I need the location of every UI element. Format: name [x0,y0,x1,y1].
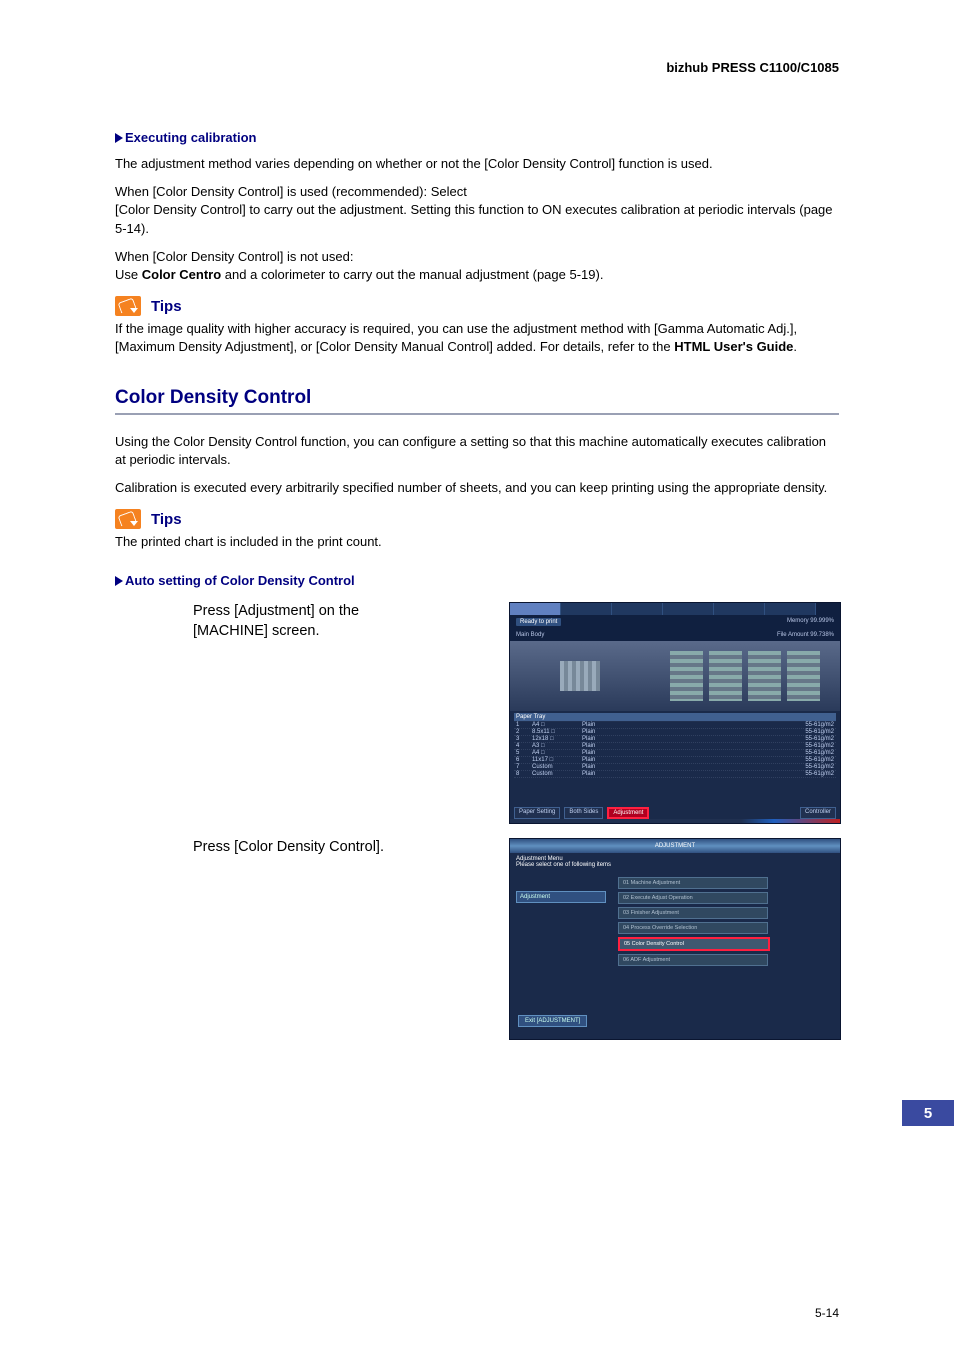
paper-row: 1A4 □Plain55-61g/m2 [514,722,836,729]
step-1-text: Press [Adjustment] on the [MACHINE] scre… [115,602,425,641]
both-sides-button[interactable]: Both Sides [564,807,603,819]
triangle-icon [115,133,123,143]
adjustment-menu-item[interactable]: 02 Execute Adjust Operation [618,892,768,904]
machine-diagram [510,641,840,711]
sec1-p3: When [Color Density Control] is not used… [115,248,839,284]
paper-header-label: Paper Tray [516,714,834,720]
sec1-p3b-bold: Color Centro [142,267,221,282]
tips-icon [115,296,141,316]
tab-recall[interactable] [663,603,714,615]
status-footer [510,819,840,823]
tips-1-text: If the image quality with higher accurac… [115,320,839,356]
tips-2-row: Tips [115,509,839,529]
paper-row: 611x17 □Plain55-61g/m2 [514,757,836,764]
tips-icon [115,509,141,529]
sec1-p3a: When [Color Density Control] is not used… [115,249,353,264]
paper-row: 8CustomPlain55-61g/m2 [514,771,836,778]
heading-auto-setting: Auto setting of Color Density Control [115,573,839,588]
bottom-buttons: Paper Setting Both Sides Adjustment Cont… [510,807,840,819]
sec1-p1: The adjustment method varies depending o… [115,155,839,173]
sec2-p1: Using the Color Density Control function… [115,433,839,469]
step-1: Press [Adjustment] on the [MACHINE] scre… [115,602,839,824]
paper-row: 28.5x11 □Plain55-61g/m2 [514,729,836,736]
heading-executing-calibration: Executing calibration [115,130,839,145]
triangle-icon [115,576,123,586]
status-row-2: Main Body File Amount 99.738% [510,629,840,641]
paper-setting-button[interactable]: Paper Setting [514,807,560,819]
sec1-p3b-pre: Use [115,267,142,282]
header-product: bizhub PRESS C1100/C1085 [666,60,839,75]
paper-row: 5A4 □Plain55-61g/m2 [514,750,836,757]
sec1-p2a: When [Color Density Control] is used (re… [115,184,467,199]
chapter-tab: 5 [902,1100,954,1126]
adjustment-menu-header: Adjustment Menu Please select one of fol… [510,853,840,871]
memory-status: Memory 99.999% [787,618,834,626]
tab-3[interactable] [612,603,663,615]
color-density-control-button[interactable]: 05 Color Density Control [618,937,770,951]
step-2-screenshot: ADJUSTMENT Adjustment Menu Please select… [509,838,839,1040]
tab-joblist[interactable] [561,603,612,615]
adjustment-menu-item[interactable]: 01 Machine Adjustment [618,877,768,889]
heading-text: Auto setting of Color Density Control [125,573,355,588]
tips1-bold: HTML User's Guide [674,339,793,354]
mainbody-label: Main Body [516,632,544,638]
tips-1-label: Tips [151,298,182,315]
top-tabs [510,603,840,615]
adjustment-button[interactable]: Adjustment [607,807,649,819]
adjustment-title: ADJUSTMENT [510,839,840,853]
adjustment-menu-item[interactable]: 04 Process Override Selection [618,922,768,934]
adjustment-screen: ADJUSTMENT Adjustment Menu Please select… [509,838,841,1040]
menu-hdr2: Please select one of following items [516,862,834,868]
tab-machine[interactable] [510,603,561,615]
step-2-text: Press [Color Density Control]. [115,838,425,858]
paper-row: 7CustomPlain55-61g/m2 [514,764,836,771]
tips-2-text: The printed chart is included in the pri… [115,533,839,551]
paper-tray-table: Paper Tray 1A4 □Plain55-61g/m228.5x11 □P… [510,711,840,780]
tips-2-label: Tips [151,511,182,528]
ready-status: Ready to print [516,618,561,626]
sec2-p2: Calibration is executed every arbitraril… [115,479,839,497]
heading-color-density-control: Color Density Control [115,387,839,409]
paper-row: 312x18 □Plain55-61g/m2 [514,736,836,743]
heading-text: Executing calibration [125,130,256,145]
paper-row: 4A3 □Plain55-61g/m2 [514,743,836,750]
step-1-screenshot: Ready to print Memory 99.999% Main Body … [509,602,839,824]
step-2: Press [Color Density Control]. ADJUSTMEN… [115,838,839,1040]
section-rule [115,413,839,415]
paper-tray-header: Paper Tray [514,713,836,722]
tips1-post: . [793,339,797,354]
exit-adjustment-button[interactable]: Exit [ADJUSTMENT] [518,1015,587,1027]
sec1-p2b: [Color Density Control] to carry out the… [115,202,833,235]
tab-5[interactable] [714,603,765,615]
status-row: Ready to print Memory 99.999% [510,615,840,629]
file-status: File Amount 99.738% [777,632,834,638]
controller-button[interactable]: Controller [800,807,836,819]
tips-1-row: Tips [115,296,839,316]
sec1-p3b-post: and a colorimeter to carry out the manua… [221,267,603,282]
adjustment-left-button[interactable]: Adjustment [516,891,606,903]
sec1-p2: When [Color Density Control] is used (re… [115,183,839,238]
machine-screen: Ready to print Memory 99.999% Main Body … [509,602,841,824]
tab-copy[interactable] [765,603,816,615]
page-number: 5-14 [815,1306,839,1320]
adjustment-menu-item[interactable]: 06 ADF Adjustment [618,954,768,966]
adjustment-menu-item[interactable]: 03 Finisher Adjustment [618,907,768,919]
